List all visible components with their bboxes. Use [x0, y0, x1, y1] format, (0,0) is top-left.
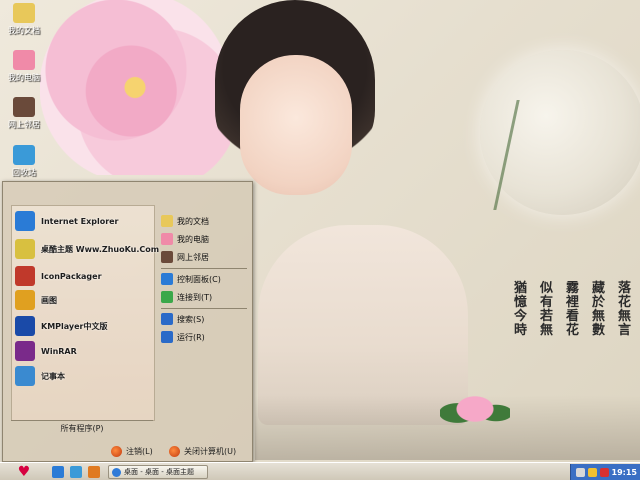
network-places-icon [161, 251, 173, 263]
menu-item-label: 桌酷主题 Www.ZhuoKu.Com [41, 244, 160, 254]
place-item-label: 我的文档 [177, 216, 209, 226]
taskbar: ♥ 桌面 - 桌面 - 桌面主题 19:15 [0, 462, 640, 480]
menu-item-notepad[interactable]: 记事本 [15, 364, 151, 388]
all-programs-button[interactable]: 所有程序(P) [11, 420, 153, 435]
wallpaper-figure-face [240, 55, 352, 195]
menu-item-zhuoku-theme[interactable]: 桌酷主题 Www.ZhuoKu.Com [15, 237, 159, 261]
wallpaper-lotus [440, 385, 510, 425]
place-item-label: 控制面板(C) [177, 274, 221, 284]
menu-item-label: 画图 [41, 295, 57, 305]
place-item-label: 网上邻居 [177, 252, 209, 262]
search-icon [161, 313, 173, 325]
taskbar-button[interactable]: 桌面 - 桌面 - 桌面主题 [108, 465, 208, 479]
desktop-icon-label: 我的电脑 [8, 73, 40, 82]
desktop-icon-label: 网上邻居 [8, 120, 40, 129]
menu-item-winrar[interactable]: WinRAR [15, 339, 151, 363]
menu-item-internet-explorer[interactable]: Internet Explorer [15, 209, 151, 233]
media-player-icon[interactable] [88, 466, 100, 478]
calligraphy-column: 霧裡看花 [566, 281, 580, 338]
place-item-label: 搜索(S) [177, 314, 205, 324]
volume-icon[interactable] [575, 467, 585, 477]
menu-item-iconpackager[interactable]: IconPackager [15, 264, 151, 288]
place-item-label: 运行(R) [177, 332, 205, 342]
calligraphy-column: 似有若無 [540, 281, 554, 338]
show-desktop-icon[interactable] [52, 466, 64, 478]
iconpackager-icon [15, 266, 35, 286]
desktop-icon-label: 回收站 [12, 168, 36, 177]
desktop-icon-my-documents[interactable]: 我的文档 [2, 3, 46, 36]
logoff-label: 注销(L) [126, 446, 153, 456]
my-computer-icon [161, 233, 173, 245]
my-documents-icon [13, 3, 35, 23]
start-menu: Internet Explorer 桌酷主题 Www.ZhuoKu.Com Ic… [2, 181, 253, 462]
desktop-icon-my-computer[interactable]: 我的电脑 [2, 50, 46, 83]
shutdown-label: 关闭计算机(U) [184, 446, 237, 456]
calligraphy-column: 猶憶今時 [514, 281, 528, 338]
menu-item-label: IconPackager [41, 271, 102, 281]
calligraphy-column: 藏於無數 [592, 281, 606, 338]
menu-item-label: Internet Explorer [41, 216, 119, 226]
start-button[interactable]: ♥ [6, 464, 42, 480]
winrar-icon [15, 341, 35, 361]
menu-separator [161, 268, 247, 269]
heart-icon: ♥ [17, 464, 31, 480]
logoff-button[interactable]: 注销(L) [111, 444, 153, 458]
place-item-connect-to[interactable]: 连接到(T) [161, 289, 249, 305]
recycle-bin-icon [13, 145, 35, 165]
network-tray-icon[interactable] [587, 467, 597, 477]
menu-item-kmplayer[interactable]: KMPlayer中文版 [15, 314, 151, 338]
run-icon [161, 331, 173, 343]
place-item-label: 我的电脑 [177, 234, 209, 244]
notepad-icon [15, 366, 35, 386]
menu-item-paint[interactable]: 画图 [15, 288, 151, 312]
shutdown-button[interactable]: 关闭计算机(U) [169, 444, 236, 458]
network-places-icon [13, 97, 35, 117]
control-panel-icon [161, 273, 173, 285]
ie-quicklaunch-icon[interactable] [70, 466, 82, 478]
window-icon [112, 467, 121, 477]
place-item-network-places[interactable]: 网上邻居 [161, 249, 249, 265]
taskbar-button-label: 桌面 - 桌面 - 桌面主题 [124, 468, 194, 476]
desktop-icon-label: 我的文档 [8, 26, 40, 35]
place-item-run[interactable]: 运行(R) [161, 329, 249, 345]
calligraphy-column: 落花無言 [618, 281, 632, 338]
place-item-control-panel[interactable]: 控制面板(C) [161, 271, 249, 287]
wallpaper-peony [40, 0, 230, 175]
place-item-my-documents[interactable]: 我的文档 [161, 213, 249, 229]
shutdown-icon [169, 445, 180, 457]
place-item-my-computer[interactable]: 我的电脑 [161, 231, 249, 247]
connect-to-icon [161, 291, 173, 303]
menu-item-label: 记事本 [41, 371, 65, 381]
desktop-icon-network-places[interactable]: 网上邻居 [2, 97, 46, 130]
zhuoku-theme-icon [15, 239, 35, 259]
place-item-label: 连接到(T) [177, 292, 213, 302]
desktop-icon-recycle-bin[interactable]: 回收站 [2, 145, 46, 178]
system-tray: 19:15 [570, 464, 640, 480]
paint-icon [15, 290, 35, 310]
internet-explorer-icon [15, 211, 35, 231]
security-tray-icon[interactable] [599, 467, 609, 477]
menu-item-label: KMPlayer中文版 [41, 321, 108, 331]
kmplayer-icon [15, 316, 35, 336]
my-computer-icon [13, 50, 35, 70]
clock[interactable]: 19:15 [612, 468, 637, 477]
my-documents-icon [161, 215, 173, 227]
logoff-icon [111, 445, 122, 457]
menu-separator [161, 308, 247, 309]
place-item-search[interactable]: 搜索(S) [161, 311, 249, 327]
all-programs-label: 所有程序(P) [60, 423, 104, 433]
menu-item-label: WinRAR [41, 346, 77, 356]
